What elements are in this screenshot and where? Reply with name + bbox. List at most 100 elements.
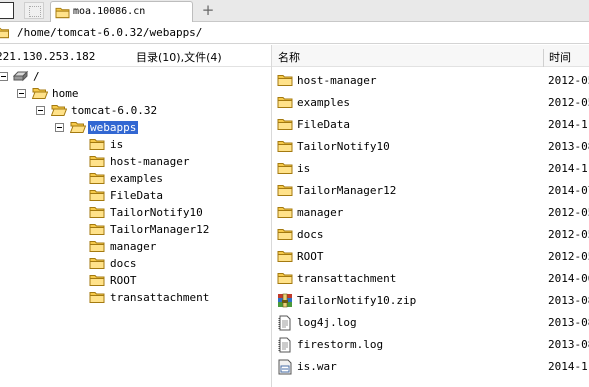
file-row[interactable]: host-manager 2012-05: [272, 70, 589, 92]
folder-icon: [89, 273, 105, 287]
tree-node-label: is: [110, 138, 124, 151]
folder-icon: [89, 239, 105, 253]
tree-node-child[interactable]: FileData: [0, 188, 220, 204]
tree-node-child[interactable]: manager: [0, 239, 220, 255]
tree-node-tomcat[interactable]: tomcat-6.0.32: [0, 103, 200, 119]
file-name: TailorNotify10: [297, 140, 390, 153]
file-name: firestorm.log: [297, 338, 384, 351]
file-row[interactable]: transattachment 2014-06: [272, 268, 589, 290]
file-date: 2013-08: [548, 338, 589, 351]
path-bar[interactable]: /home/tomcat-6.0.32/webapps/: [0, 22, 589, 44]
file-row[interactable]: is 2014-11: [272, 158, 589, 180]
server-ip: 221.130.253.182: [0, 50, 96, 63]
folder-icon: [277, 161, 293, 175]
tree-node-child[interactable]: is: [0, 137, 220, 153]
tree-node-label: manager: [110, 240, 157, 253]
directory-count: 目录(10),文件(4): [136, 51, 222, 64]
file-name: ROOT: [297, 250, 324, 263]
column-divider[interactable]: [543, 49, 548, 67]
folder-icon: [277, 227, 293, 241]
add-tab-button[interactable]: +: [200, 1, 216, 20]
folder-icon: [0, 26, 10, 39]
file-name: is: [297, 162, 311, 175]
collapse-toggle-icon[interactable]: [0, 72, 8, 81]
file-date: 2014-07: [548, 184, 589, 197]
tab-blank[interactable]: [24, 2, 44, 19]
file-name: transattachment: [297, 272, 397, 285]
tree-node-label: docs: [110, 257, 137, 270]
tree-node-child[interactable]: ROOT: [0, 273, 220, 289]
zip-icon: [277, 293, 293, 309]
tab-previous[interactable]: [0, 2, 14, 19]
folder-icon: [32, 86, 48, 100]
file-name: manager: [297, 206, 344, 219]
drive-icon: [13, 69, 29, 83]
tab-bar: moa.10086.cn +: [0, 0, 589, 22]
tree-node-root[interactable]: /: [0, 69, 60, 85]
file-row[interactable]: FileData 2014-11: [272, 114, 589, 136]
tree-node-label-selected: webapps: [88, 121, 139, 134]
folder-icon: [277, 139, 293, 153]
text-file-icon: [277, 315, 293, 331]
file-date: 2014-11: [548, 162, 589, 175]
column-header-time[interactable]: 时间: [549, 49, 571, 65]
file-row[interactable]: TailorNotify10 2013-08: [272, 136, 589, 158]
tree-node-child[interactable]: host-manager: [0, 154, 220, 170]
file-row[interactable]: TailorNotify10.zip 2013-08: [272, 290, 589, 312]
folder-icon: [277, 249, 293, 263]
folder-icon: [89, 154, 105, 168]
file-date: 2012-05: [548, 74, 589, 87]
tree-node-label: TailorManager12: [110, 223, 210, 236]
tree-node-label: ROOT: [110, 274, 137, 287]
file-date: 2014-11: [548, 360, 589, 373]
file-date: 2014-11: [548, 118, 589, 131]
tree-node-label: TailorNotify10: [110, 206, 203, 219]
tree-header: 221.130.253.182 目录(10),文件(4): [0, 45, 272, 67]
folder-icon: [89, 137, 105, 151]
tree-node-label: host-manager: [110, 155, 190, 168]
file-row[interactable]: manager 2012-05: [272, 202, 589, 224]
tree-node-child[interactable]: TailorManager12: [0, 222, 220, 238]
file-row[interactable]: examples 2012-05: [272, 92, 589, 114]
folder-icon: [277, 183, 293, 197]
file-name: FileData: [297, 118, 350, 131]
folder-icon: [55, 6, 70, 19]
folder-icon: [89, 188, 105, 202]
file-name: host-manager: [297, 74, 377, 87]
file-row[interactable]: log4j.log 2013-08: [272, 312, 589, 334]
tab-title: moa.10086.cn: [73, 6, 146, 17]
file-name: TailorManager12: [297, 184, 397, 197]
collapse-toggle-icon[interactable]: [36, 106, 45, 115]
current-path[interactable]: /home/tomcat-6.0.32/webapps/: [17, 26, 202, 39]
tree-node-label: FileData: [110, 189, 163, 202]
folder-icon: [70, 120, 86, 134]
file-row[interactable]: is.war 2014-11: [272, 356, 589, 378]
tree-node-child[interactable]: TailorNotify10: [0, 205, 220, 221]
folder-icon: [51, 103, 67, 117]
file-row[interactable]: ROOT 2012-05: [272, 246, 589, 268]
file-row[interactable]: firestorm.log 2013-08: [272, 334, 589, 356]
file-date: 2012-05: [548, 96, 589, 109]
file-row[interactable]: docs 2012-05: [272, 224, 589, 246]
collapse-toggle-icon[interactable]: [55, 123, 64, 132]
tree-node-child[interactable]: examples: [0, 171, 220, 187]
file-name: docs: [297, 228, 324, 241]
file-list-header: 名称 时间: [272, 45, 589, 67]
folder-icon: [89, 205, 105, 219]
directory-tree: / home tomcat-6.0.32 webapps is host-mana…: [0, 67, 271, 387]
file-date: 2013-08: [548, 140, 589, 153]
folder-icon: [277, 205, 293, 219]
tree-node-label: home: [52, 87, 79, 100]
tree-node-label: /: [33, 70, 40, 83]
tab-active[interactable]: moa.10086.cn: [50, 1, 193, 22]
folder-icon: [277, 271, 293, 285]
file-row[interactable]: TailorManager12 2014-07: [272, 180, 589, 202]
tree-node-home[interactable]: home: [0, 86, 120, 102]
collapse-toggle-icon[interactable]: [17, 89, 26, 98]
column-header-name[interactable]: 名称: [278, 49, 300, 65]
tree-node-child[interactable]: docs: [0, 256, 220, 272]
tree-node-webapps[interactable]: webapps: [0, 120, 200, 136]
tree-node-child[interactable]: transattachment: [0, 290, 220, 306]
text-file-icon: [277, 337, 293, 353]
tree-node-label: transattachment: [110, 291, 210, 304]
